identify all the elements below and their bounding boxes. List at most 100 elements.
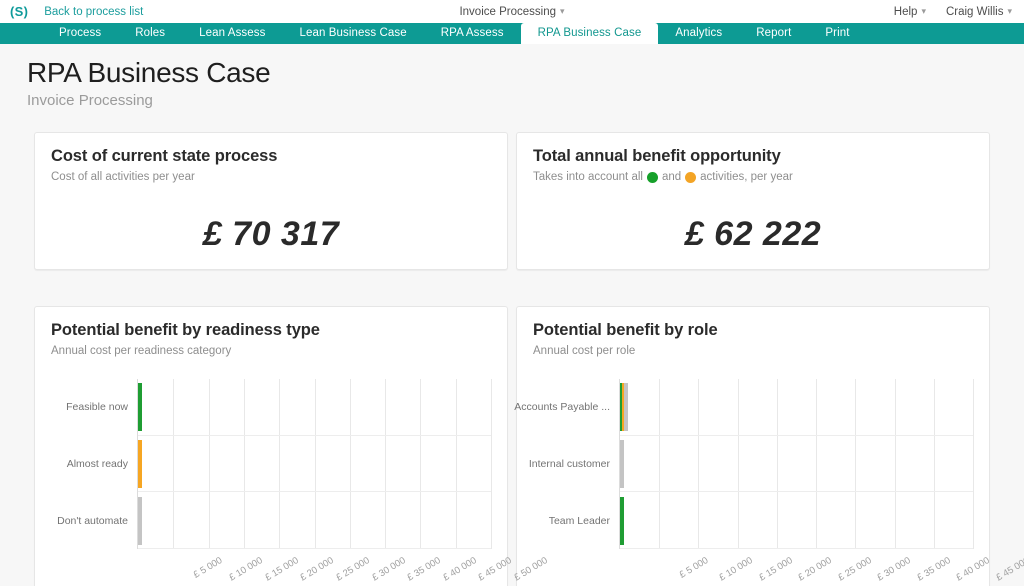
axis-tick-label: £ 40 000 (954, 555, 993, 584)
bar-stack[interactable] (620, 383, 628, 432)
user-menu[interactable]: Craig Willis ▾ (946, 6, 1012, 18)
chevron-down-icon: ▾ (560, 5, 565, 16)
cost-of-current-state-value: £ 70 317 (202, 215, 340, 253)
back-to-process-list-link[interactable]: Back to process list (44, 6, 143, 18)
category-label: Team Leader (548, 514, 610, 527)
chart-subtitle-text: Annual cost per readiness category (51, 345, 232, 357)
bar-row (138, 436, 491, 493)
nav-tab-report[interactable]: Report (739, 23, 808, 44)
nav-tab-process[interactable]: Process (42, 23, 118, 44)
axis-tick-label: £ 30 000 (875, 555, 913, 584)
nav-tab-lean-business-case[interactable]: Lean Business Case (282, 23, 423, 44)
chart-subtitle-text: Annual cost per role (533, 345, 636, 357)
axis-tick-label: £ 20 000 (298, 555, 337, 584)
axis-tick-label: £ 15 000 (756, 555, 795, 584)
cost-of-current-state-card: Cost of current state process Cost of al… (34, 132, 508, 270)
benefit-by-role-card: Potential benefit by role Annual cost pe… (514, 306, 1024, 586)
green-status-dot-icon (646, 171, 658, 183)
top-utility-bar: (S) Back to process list Invoice Process… (0, 0, 1024, 23)
process-name-dropdown[interactable]: Invoice Processing ▾ (459, 6, 564, 18)
axis-tick-label: £ 35 000 (915, 555, 953, 584)
bar-row (138, 379, 491, 436)
card-subtitle: Cost of all activities per year (51, 171, 491, 183)
card-subtitle-text-after: activities, per year (700, 171, 793, 183)
role-stacked-bar-chart: Accounts Payable ... Internal customer Tea… (514, 379, 1024, 586)
value-axis: £ 5 000 £ 10 000 £ 15 000 £ 20 000 £ 25 000 £… (137, 549, 550, 586)
readiness-type-bar-chart: Feasible now Almost ready Don't automate £ … (51, 379, 550, 586)
category-axis: Feasible now Almost ready Don't automate (51, 379, 137, 549)
nav-tab-rpa-business-case[interactable]: RPA Business Case (520, 23, 659, 44)
bar-segment-grey[interactable] (138, 496, 142, 545)
axis-tick-label: £ 10 000 (717, 555, 755, 584)
bar-stack[interactable] (620, 439, 624, 488)
bar-row (620, 436, 973, 493)
nav-tab-lean-assess[interactable]: Lean Assess (182, 23, 282, 44)
page-header: RPA Business Case Invoice Processing (0, 44, 1024, 111)
category-label: Almost ready (66, 458, 128, 470)
chart-title: Potential benefit by role (533, 321, 718, 339)
axis-tick-label: £ 25 000 (334, 555, 372, 584)
user-name-label: Craig Willis (945, 5, 1004, 18)
bar-segment-orange[interactable] (138, 439, 142, 488)
bar-stack[interactable] (138, 496, 142, 545)
bar-segment-grey[interactable] (624, 383, 628, 432)
chart-subtitle: Annual cost per readiness category (51, 345, 491, 357)
axis-tick-label: £ 15 000 (263, 555, 301, 584)
plot-area (619, 379, 974, 549)
orange-status-dot-icon (685, 171, 697, 183)
bar-segment-grey[interactable] (620, 439, 624, 488)
gridline (491, 379, 492, 549)
page-title: RPA Business Case (27, 57, 271, 88)
total-annual-benefit-value: £ 62 222 (684, 215, 822, 253)
axis-tick-label: £ 35 000 (405, 555, 443, 584)
axis-tick-label: £ 30 000 (369, 555, 408, 584)
card-subtitle: Takes into account all and activities, p… (533, 171, 973, 183)
benefit-by-readiness-type-card: Potential benefit by readiness type Annu… (34, 306, 550, 586)
card-subtitle-text-mid: and (661, 171, 682, 183)
axis-tick-label: £ 45 000 (476, 555, 515, 584)
help-menu[interactable]: Help ▾ (894, 6, 926, 18)
card-title: Cost of current state process (51, 147, 278, 165)
bar-segment-green[interactable] (620, 496, 624, 545)
axis-tick-label: £ 5 000 (191, 555, 224, 581)
card-title: Total annual benefit opportunity (533, 147, 781, 165)
axis-tick-label: £ 40 000 (441, 555, 479, 584)
plot-body: Feasible now Almost ready Don't automate (51, 379, 492, 549)
category-label: Feasible now (66, 401, 128, 414)
bar-stack[interactable] (138, 439, 142, 488)
nav-tab-rpa-assess[interactable]: RPA Assess (424, 23, 521, 44)
nav-tab-print[interactable]: Print (808, 23, 866, 44)
axis-tick-label: £ 25 000 (836, 555, 874, 584)
bar-stack[interactable] (138, 383, 142, 432)
plot-body: Accounts Payable ... Internal customer Tea… (514, 379, 974, 549)
app-logo[interactable]: (S) (10, 4, 28, 19)
bar-row (620, 492, 973, 549)
chart-subtitle: Annual cost per role (533, 345, 973, 357)
help-label: Help (893, 5, 918, 18)
chart-card-grid: Potential benefit by readiness type Annu… (0, 291, 1024, 586)
card-subtitle-text-before: Takes into account all (533, 171, 643, 183)
total-annual-benefit-card: Total annual benefit opportunity Takes i… (516, 132, 990, 270)
value-axis: £ 5 000 £ 10 000 £ 15 000 £ 20 000 £ 25 000 £… (619, 549, 1024, 586)
card-subtitle-text: Cost of all activities per year (51, 171, 195, 183)
bar-stack[interactable] (620, 496, 624, 545)
chart-title: Potential benefit by readiness type (51, 321, 320, 339)
nav-tab-roles[interactable]: Roles (118, 23, 182, 44)
bar-row (620, 379, 973, 436)
main-navigation: Process Roles Lean Assess Lean Business Cas… (0, 23, 1024, 44)
axis-tick-label: £ 20 000 (796, 555, 834, 584)
plot-area (137, 379, 492, 549)
bar-row (138, 492, 491, 549)
chevron-down-icon: ▾ (1007, 5, 1012, 16)
nav-tab-list: Process Roles Lean Assess Lean Business Cas… (0, 23, 867, 44)
bar-segment-green[interactable] (138, 383, 142, 432)
top-bar-right-group: Help ▾ Craig Willis ▾ (894, 6, 1024, 18)
kpi-card-grid: Cost of current state process Cost of al… (0, 132, 1024, 270)
nav-tab-analytics[interactable]: Analytics (658, 23, 739, 44)
gridline (973, 379, 974, 549)
process-name-label: Invoice Processing (459, 5, 556, 18)
chevron-down-icon: ▾ (921, 5, 926, 16)
category-label: Don't automate (57, 514, 128, 527)
axis-tick-label: £ 5 000 (677, 555, 710, 581)
axis-tick-label: £ 10 000 (227, 555, 265, 584)
